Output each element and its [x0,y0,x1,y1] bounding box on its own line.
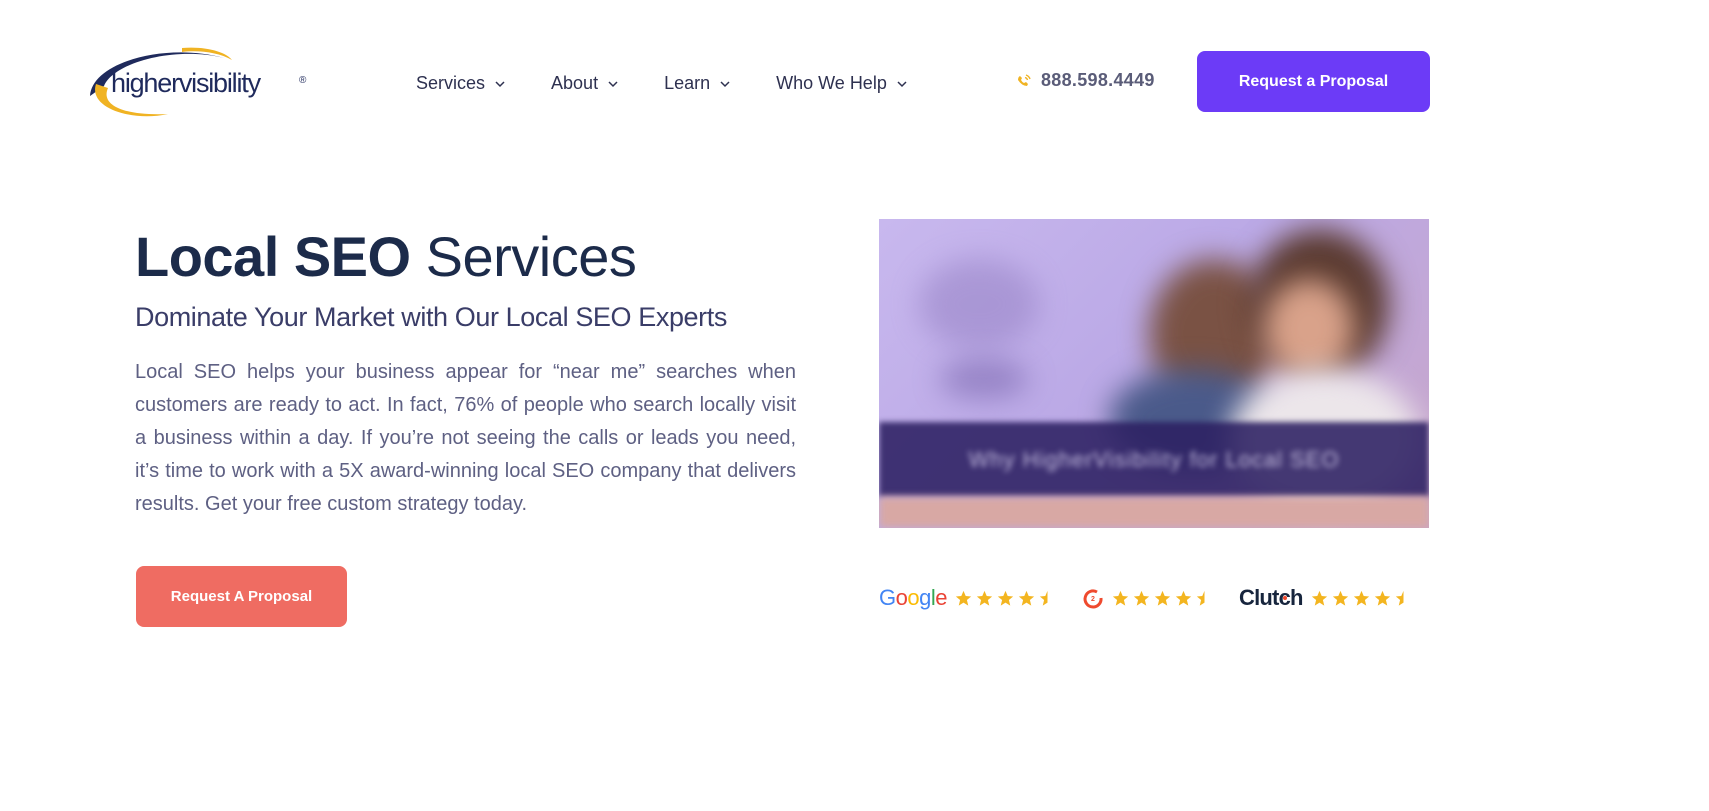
star-icon [1154,590,1171,606]
background-plant [919,259,1039,349]
video-thumbnail[interactable]: Why HigherVisibility for Local SEO [879,219,1429,528]
phone-ringing-icon [1018,74,1031,86]
review-clutch: Clutch [1239,585,1416,611]
star-icon [1133,590,1150,606]
star-icon [1353,590,1369,606]
phone-number: 888.598.4449 [1041,70,1155,90]
nav-item-label: Services [416,72,486,93]
star-half-icon [1196,590,1205,606]
star-icon [1175,590,1192,606]
chevron-down-icon [495,81,505,88]
star-half-icon [1039,590,1048,606]
star-icon [1018,590,1035,606]
nav-item-label: Learn [664,72,711,93]
chevron-down-icon [608,81,618,88]
g2-logo-icon: 2 [1083,589,1103,609]
star-icon [976,590,993,606]
rating-stars [1311,590,1416,607]
rating-stars [955,590,1060,607]
star-icon [1311,590,1327,606]
review-google: Google [879,585,1060,611]
nav-item-learn[interactable]: Learn [664,72,730,94]
chevron-down-icon [720,81,730,88]
star-half-icon [1395,590,1404,606]
nav-item-label: About [551,72,599,93]
google-logo: Google [879,585,948,610]
person-woman-face [1264,279,1354,379]
star-icon [997,590,1014,606]
nav-item-who-we-help[interactable]: Who We Help [776,72,907,94]
nav-item-about[interactable]: About [551,72,618,94]
review-badges: Google 2 Clutch [879,585,1438,611]
svg-text:2: 2 [1091,596,1095,603]
star-icon [1332,590,1348,606]
video-floor [879,497,1429,528]
nav-item-services[interactable]: Services [416,72,505,94]
star-icon [955,590,972,606]
page-title-light: Services [425,225,637,288]
phone-link[interactable]: 888.598.4449 [1015,70,1155,91]
nav-item-label: Who We Help [776,72,887,93]
star-icon [1112,590,1129,606]
review-g2: 2 [1082,587,1217,609]
clutch-logo: Clutch [1239,585,1303,610]
page-subtitle: Dominate Your Market with Our Local SEO … [135,302,727,332]
background-shelf [939,359,1029,399]
page-title: Local SEO Services [135,224,637,290]
request-proposal-button[interactable]: Request a Proposal [1197,51,1430,112]
page-title-bold: Local SEO [135,225,411,288]
hero-description: Local SEO helps your business appear for… [135,361,796,515]
chevron-down-icon [897,81,907,88]
logo-registered-mark: ® [299,75,307,86]
main-nav: Services About Learn Who We Help [416,72,953,94]
logo-text: highervisibility [111,68,261,98]
rating-stars [1112,590,1217,607]
request-a-proposal-button[interactable]: Request A Proposal [136,566,347,627]
star-icon [1374,590,1390,606]
site-logo[interactable]: highervisibility ® [86,44,311,120]
video-caption: Why HigherVisibility for Local SEO [968,446,1340,472]
